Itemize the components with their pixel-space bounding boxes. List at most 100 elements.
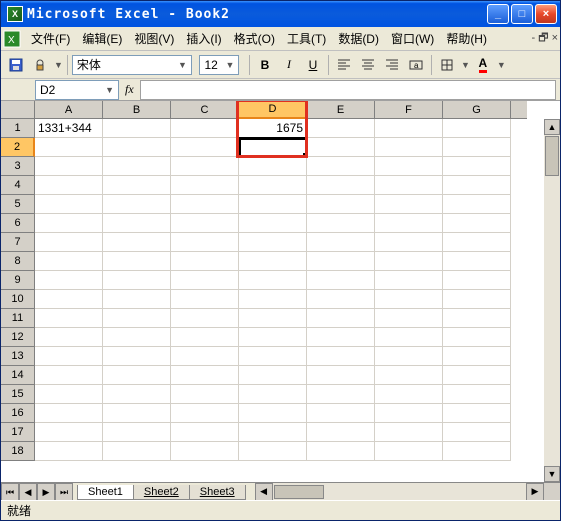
cell-E13[interactable]	[307, 347, 375, 366]
cell-D16[interactable]	[239, 404, 307, 423]
select-all-corner[interactable]	[1, 101, 35, 119]
cell-G11[interactable]	[443, 309, 511, 328]
cell-C3[interactable]	[171, 157, 239, 176]
cell-F14[interactable]	[375, 366, 443, 385]
cell-F2[interactable]	[375, 138, 443, 157]
cell-C12[interactable]	[171, 328, 239, 347]
font-size-combo[interactable]: 12 ▼	[199, 55, 239, 75]
row-header-11[interactable]: 11	[1, 309, 35, 328]
cell-A17[interactable]	[35, 423, 103, 442]
cell-F17[interactable]	[375, 423, 443, 442]
vertical-scroll-thumb[interactable]	[545, 136, 559, 176]
cell-E2[interactable]	[307, 138, 375, 157]
cell-D18[interactable]	[239, 442, 307, 461]
sheet-tab-sheet3[interactable]: Sheet3	[189, 485, 246, 500]
align-center-icon[interactable]	[357, 54, 379, 76]
help-search[interactable]: - 🗗 ×	[531, 29, 558, 48]
cell-G7[interactable]	[443, 233, 511, 252]
cell-B13[interactable]	[103, 347, 171, 366]
cell-F6[interactable]	[375, 214, 443, 233]
permissions-dropdown-icon[interactable]: ▼	[54, 60, 63, 70]
cell-F9[interactable]	[375, 271, 443, 290]
cell-D11[interactable]	[239, 309, 307, 328]
cell-G6[interactable]	[443, 214, 511, 233]
cell-G15[interactable]	[443, 385, 511, 404]
row-header-5[interactable]: 5	[1, 195, 35, 214]
menu-help[interactable]: 帮助(H)	[440, 28, 493, 49]
cell-C7[interactable]	[171, 233, 239, 252]
borders-dropdown-icon[interactable]: ▼	[461, 60, 470, 70]
cell-C15[interactable]	[171, 385, 239, 404]
cell-D14[interactable]	[239, 366, 307, 385]
cell-D7[interactable]	[239, 233, 307, 252]
cell-B7[interactable]	[103, 233, 171, 252]
cell-G16[interactable]	[443, 404, 511, 423]
cell-C17[interactable]	[171, 423, 239, 442]
cell-D13[interactable]	[239, 347, 307, 366]
menu-insert[interactable]: 插入(I)	[180, 28, 227, 49]
cell-A13[interactable]	[35, 347, 103, 366]
cell-G1[interactable]	[443, 119, 511, 138]
fx-icon[interactable]: fx	[125, 82, 134, 97]
cell-F7[interactable]	[375, 233, 443, 252]
cell-A11[interactable]	[35, 309, 103, 328]
cell-B10[interactable]	[103, 290, 171, 309]
borders-icon[interactable]	[436, 54, 458, 76]
cell-C11[interactable]	[171, 309, 239, 328]
row-header-8[interactable]: 8	[1, 252, 35, 271]
cell-E7[interactable]	[307, 233, 375, 252]
formula-bar[interactable]	[140, 80, 556, 100]
row-header-15[interactable]: 15	[1, 385, 35, 404]
sheet-tab-sheet2[interactable]: Sheet2	[133, 485, 190, 500]
cell-F16[interactable]	[375, 404, 443, 423]
italic-button[interactable]: I	[278, 54, 300, 76]
cell-F8[interactable]	[375, 252, 443, 271]
cell-F10[interactable]	[375, 290, 443, 309]
cell-B16[interactable]	[103, 404, 171, 423]
cell-D5[interactable]	[239, 195, 307, 214]
sheet-nav-last-icon[interactable]: ⏭	[55, 483, 73, 500]
cell-C16[interactable]	[171, 404, 239, 423]
cell-C18[interactable]	[171, 442, 239, 461]
vertical-scrollbar[interactable]: ▲ ▼	[544, 119, 560, 482]
cell-B9[interactable]	[103, 271, 171, 290]
cell-B11[interactable]	[103, 309, 171, 328]
cell-F11[interactable]	[375, 309, 443, 328]
bold-button[interactable]: B	[254, 54, 276, 76]
cell-B6[interactable]	[103, 214, 171, 233]
cell-E3[interactable]	[307, 157, 375, 176]
cell-D6[interactable]	[239, 214, 307, 233]
cell-A14[interactable]	[35, 366, 103, 385]
scroll-up-icon[interactable]: ▲	[544, 119, 560, 135]
cell-E14[interactable]	[307, 366, 375, 385]
cell-G5[interactable]	[443, 195, 511, 214]
cell-G10[interactable]	[443, 290, 511, 309]
menu-data[interactable]: 数据(D)	[332, 28, 385, 49]
cell-C1[interactable]	[171, 119, 239, 138]
cell-E9[interactable]	[307, 271, 375, 290]
cell-A7[interactable]	[35, 233, 103, 252]
cell-B18[interactable]	[103, 442, 171, 461]
excel-doc-icon[interactable]: X	[3, 30, 21, 48]
menu-edit[interactable]: 编辑(E)	[76, 28, 128, 49]
menu-format[interactable]: 格式(O)	[228, 28, 281, 49]
cell-B5[interactable]	[103, 195, 171, 214]
column-header-F[interactable]: F	[375, 101, 443, 119]
cell-C14[interactable]	[171, 366, 239, 385]
cell-A12[interactable]	[35, 328, 103, 347]
cell-E12[interactable]	[307, 328, 375, 347]
cell-F18[interactable]	[375, 442, 443, 461]
cell-A18[interactable]	[35, 442, 103, 461]
menu-tools[interactable]: 工具(T)	[281, 28, 332, 49]
cell-C5[interactable]	[171, 195, 239, 214]
cell-G3[interactable]	[443, 157, 511, 176]
cells-container[interactable]: 1331+3441675	[35, 119, 544, 482]
maximize-button[interactable]: □	[511, 4, 533, 24]
cell-E5[interactable]	[307, 195, 375, 214]
close-button[interactable]: ×	[535, 4, 557, 24]
column-header-G[interactable]: G	[443, 101, 511, 119]
scroll-down-icon[interactable]: ▼	[544, 466, 560, 482]
align-left-icon[interactable]	[333, 54, 355, 76]
cell-C9[interactable]	[171, 271, 239, 290]
cell-B2[interactable]	[103, 138, 171, 157]
